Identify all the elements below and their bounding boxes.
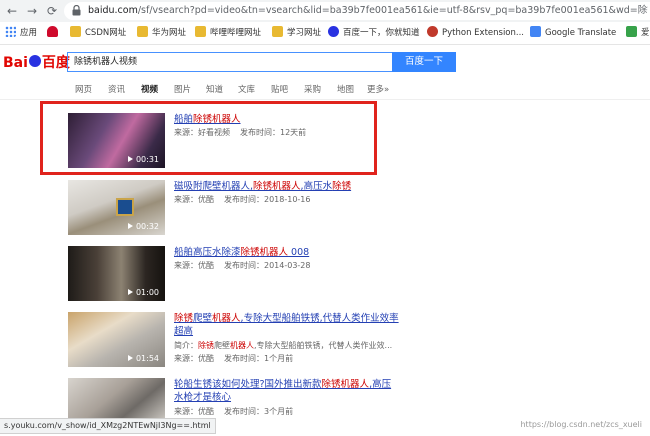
watermark: https://blog.csdn.net/zcs_xueli — [520, 420, 642, 429]
highlight-box — [40, 101, 377, 175]
huawei-icon — [47, 26, 58, 37]
bookmarks-bar: 应用 CSDN网址 华为网址 哔哩哔哩网址 学习网址 百度一下，你就知道 Pyt… — [0, 22, 650, 45]
tab-video[interactable]: 视频 — [141, 82, 158, 98]
bookmark-csdn[interactable]: CSDN网址 — [70, 22, 126, 44]
tab-purchase[interactable]: 采购 — [304, 82, 321, 98]
video-duration: 00:32 — [127, 222, 159, 232]
result-meta: 来源：优酷 发布时间：1个月前 — [174, 354, 294, 363]
folder-icon — [70, 26, 81, 37]
back-arrow-icon[interactable]: ← — [4, 3, 20, 19]
robot-image — [116, 198, 134, 216]
browser-toolbar: ← → ⟳ baidu.com/sf/vsearch?pd=video&tn=v… — [0, 0, 650, 22]
bookmark-baidu[interactable]: 百度一下，你就知道 — [328, 22, 420, 44]
bookmark-huawei[interactable] — [47, 22, 62, 44]
video-thumbnail[interactable]: 01:54 — [68, 312, 165, 367]
video-duration: 01:54 — [127, 354, 159, 364]
tab-news[interactable]: 资讯 — [108, 82, 125, 98]
folder-icon — [137, 26, 148, 37]
video-result: 01:00 船舶高压水除漆除锈机器人 008 来源：优酷 发布时间：2014-03… — [68, 246, 468, 303]
apps-icon — [5, 26, 16, 37]
result-meta: 来源：优酷 发布时间：2014-03-28 — [174, 261, 311, 270]
translate-icon — [530, 26, 541, 37]
bookmark-bilibili[interactable]: 哔哩哔哩网址 — [195, 22, 261, 44]
reload-icon[interactable]: ⟳ — [44, 3, 60, 19]
folder-icon — [195, 26, 206, 37]
status-bar: s.youku.com/v_show/id_XMzg2NTEwNjI3Ng==.… — [0, 418, 216, 434]
result-meta: 来源：优酷 发布时间：2018-10-16 — [174, 195, 311, 204]
play-icon — [127, 354, 133, 361]
search-button[interactable]: 百度一下 — [392, 52, 456, 72]
result-description: 简介：除锈爬壁机器人,专除大型船舶铁锈，代替人类作业效... — [174, 341, 393, 350]
address-bar[interactable]: baidu.com/sf/vsearch?pd=video&tn=vsearch… — [64, 2, 650, 20]
play-icon — [127, 288, 133, 295]
tab-tieba[interactable]: 贴吧 — [271, 82, 288, 98]
tab-wenku[interactable]: 文库 — [238, 82, 255, 98]
tab-map[interactable]: 地图 — [337, 82, 354, 98]
result-title-link[interactable]: 船舶高压水除漆除锈机器人 008 — [174, 246, 399, 259]
play-icon — [127, 222, 133, 229]
video-thumbnail[interactable]: 01:00 — [68, 246, 165, 301]
search-input[interactable]: 除锈机器人视频 — [67, 52, 392, 72]
result-title-link[interactable]: 除锈爬壁机器人,专除大型船舶铁锈,代替人类作业效率超高 — [174, 312, 399, 338]
video-result: 轮船生锈该如何处理?国外推出新款除锈机器人,高压水枪才是核心 来源：优酷 发布时间… — [68, 378, 468, 420]
tab-web[interactable]: 网页 — [75, 82, 92, 98]
result-title-link[interactable]: 轮船生锈该如何处理?国外推出新款除锈机器人,高压水枪才是核心 — [174, 378, 399, 404]
green-icon — [626, 26, 637, 37]
tab-more[interactable]: 更多» — [367, 82, 389, 98]
bookmark-huawei-sites[interactable]: 华为网址 — [137, 22, 186, 44]
baidu-logo[interactable]: Bai 百度 — [3, 52, 70, 74]
python-icon — [427, 26, 438, 37]
tab-zhidao[interactable]: 知道 — [206, 82, 223, 98]
bookmark-study[interactable]: 学习网址 — [272, 22, 321, 44]
video-thumbnail[interactable]: 00:32 — [68, 180, 165, 235]
result-meta: 来源：优酷 发布时间：3个月前 — [174, 407, 294, 416]
tabs-divider — [0, 99, 650, 100]
url-text: baidu.com/sf/vsearch?pd=video&tn=vsearch… — [88, 5, 648, 16]
video-duration: 01:00 — [127, 288, 159, 298]
search-tabs: 网页 资讯 视频 图片 知道 文库 贴吧 采购 地图 更多» — [0, 82, 650, 98]
video-result: 01:54 除锈爬壁机器人,专除大型船舶铁锈,代替人类作业效率超高 简介：除锈爬… — [68, 312, 468, 369]
bookmark-more[interactable]: 爱 — [626, 22, 650, 44]
forward-arrow-icon[interactable]: → — [24, 3, 40, 19]
lock-icon — [72, 5, 81, 16]
result-title-link[interactable]: 磁吸附爬壁机器人,除锈机器人,高压水除锈 — [174, 180, 399, 193]
bookmark-python-extension[interactable]: Python Extension... — [427, 22, 524, 44]
video-thumbnail[interactable] — [68, 378, 165, 418]
video-result: 00:32 磁吸附爬壁机器人,除锈机器人,高压水除锈 来源：优酷 发布时间：201… — [68, 180, 468, 237]
bookmark-apps[interactable]: 应用 — [5, 22, 37, 44]
baidu-paw-icon — [28, 55, 41, 67]
tab-images[interactable]: 图片 — [174, 82, 191, 98]
folder-icon — [272, 26, 283, 37]
baidu-paw-icon — [328, 26, 339, 37]
bookmark-google-translate[interactable]: Google Translate — [530, 22, 616, 44]
